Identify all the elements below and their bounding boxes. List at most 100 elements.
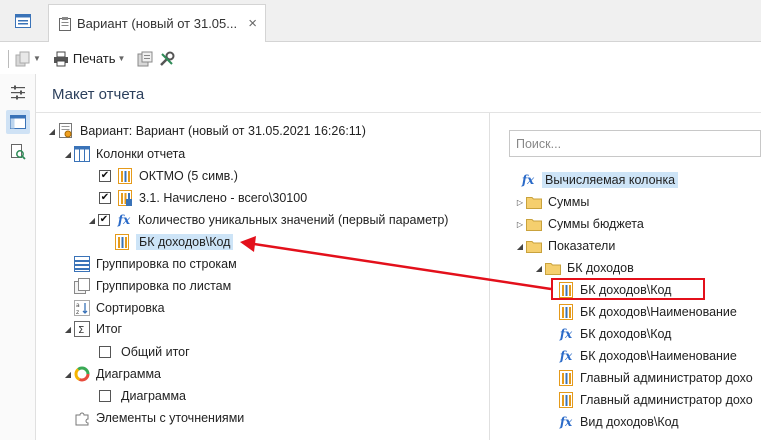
tree-node-columns[interactable]: ◢ Колонки отчета xyxy=(62,144,185,164)
tab-report-variant[interactable]: Вариант (новый от 31.05... × xyxy=(48,4,266,42)
tree-node-chart[interactable]: ◢ Диаграмма xyxy=(62,364,161,384)
field-column-icon xyxy=(558,304,574,320)
puzzle-icon xyxy=(74,410,90,426)
checkbox-oktmo[interactable]: ✔ xyxy=(99,170,111,182)
group-sheets-label: Группировка по листам xyxy=(96,279,232,293)
collapse-icon[interactable]: ◢ xyxy=(62,370,74,379)
budget-sums-label: Суммы бюджета xyxy=(548,217,644,231)
accrued-label: 3.1. Начислено - всего\30100 xyxy=(139,191,308,205)
copy-button[interactable]: ▼ xyxy=(15,51,47,67)
tree-node-sort[interactable]: az Сортировка xyxy=(74,298,165,318)
preview-icon xyxy=(11,144,26,160)
tree-root[interactable]: ◢ Вариант: Вариант (новый от 31.05.2021 … xyxy=(46,121,366,141)
close-icon[interactable]: × xyxy=(248,15,257,32)
collapse-icon[interactable]: ◢ xyxy=(514,242,526,251)
checkbox-grand-total[interactable] xyxy=(99,346,111,358)
collapse-icon[interactable]: ◢ xyxy=(46,127,58,136)
tools-icon xyxy=(160,51,175,66)
field-item[interactable]: Главный администратор дохо xyxy=(558,368,753,388)
field-item-label: Главный администратор дохо xyxy=(580,393,753,407)
refinements-label: Элементы с уточнениями xyxy=(96,411,245,425)
tree-node-grand-total[interactable]: Общий итог xyxy=(99,342,190,362)
collapse-icon[interactable]: ◢ xyxy=(62,150,74,159)
toolbar-divider xyxy=(8,49,9,68)
chevron-down-icon[interactable]: ▼ xyxy=(118,54,126,63)
settings-tools-button[interactable] xyxy=(159,51,175,67)
tree-node-oktmo[interactable]: ✔ ОКТМО (5 симв.) xyxy=(99,166,238,186)
tree-node-total[interactable]: ◢ Σ Итог xyxy=(62,319,122,339)
folder-indicators[interactable]: ◢ Показатели xyxy=(514,236,615,256)
expand-icon[interactable]: ▷ xyxy=(514,198,526,207)
group-rows-icon xyxy=(74,256,90,272)
svg-text:z: z xyxy=(76,309,79,316)
panel-title: Макет отчета xyxy=(52,86,145,103)
sort-label: Сортировка xyxy=(96,301,165,315)
filters-button[interactable] xyxy=(6,80,30,104)
total-label: Итог xyxy=(96,322,123,336)
print-button[interactable]: Печать ▼ xyxy=(53,51,132,67)
svg-text:Σ: Σ xyxy=(78,325,84,336)
unique-count-label: Количество уникальных значений (первый п… xyxy=(138,213,449,227)
tree-node-bk-code[interactable]: БК доходов\Код xyxy=(114,232,234,252)
field-item-label: БК доходов\Наименование xyxy=(580,305,737,319)
preview-button[interactable] xyxy=(6,140,30,164)
indicators-label: Показатели xyxy=(548,239,616,253)
grand-total-label: Общий итог xyxy=(121,345,190,359)
folder-icon xyxy=(526,216,542,232)
export-icon xyxy=(137,51,153,66)
field-item[interactable]: БК доходов\Наименование xyxy=(558,302,737,322)
function-icon: fx xyxy=(521,173,535,187)
field-item[interactable]: fx Вид доходов\Код xyxy=(558,412,679,432)
field-item[interactable]: Главный администратор дохо xyxy=(558,390,753,410)
collapse-icon[interactable]: ◢ xyxy=(86,216,98,225)
field-column-icon xyxy=(558,370,574,386)
panel-splitter[interactable] xyxy=(489,113,490,440)
tree-node-unique-count[interactable]: ◢ ✔ fx Количество уникальных значений (п… xyxy=(86,210,449,230)
field-item-label: Главный администратор дохо xyxy=(580,371,753,385)
sums-label: Суммы xyxy=(548,195,590,209)
columns-icon xyxy=(74,146,90,162)
function-icon: fx xyxy=(559,415,573,429)
tree-node-accrued[interactable]: ✔ 3.1. Начислено - всего\30100 xyxy=(99,188,307,208)
tab-bar: Вариант (новый от 31.05... × xyxy=(0,0,761,42)
checkbox-unique-count[interactable]: ✔ xyxy=(98,214,110,226)
report-icon xyxy=(59,16,71,31)
expand-icon[interactable]: ▷ xyxy=(514,220,526,229)
function-icon: fx xyxy=(559,327,573,341)
folder-open-icon xyxy=(545,260,561,276)
export-button[interactable] xyxy=(137,51,153,67)
folder-open-icon xyxy=(526,238,542,254)
field-item[interactable]: fx БК доходов\Код xyxy=(558,324,672,344)
tree-node-group-sheets[interactable]: Группировка по листам xyxy=(74,276,231,296)
folder-icon xyxy=(526,194,542,210)
layout-button[interactable] xyxy=(6,110,30,134)
folder-bk[interactable]: ◢ БК доходов xyxy=(533,258,634,278)
folder-budget-sums[interactable]: ▷ Суммы бюджета xyxy=(514,214,644,234)
tree-node-chart-item[interactable]: Диаграмма xyxy=(99,386,186,406)
sort-icon: az xyxy=(74,300,90,316)
collapse-icon[interactable]: ◢ xyxy=(533,264,545,273)
tree-node-group-rows[interactable]: Группировка по строкам xyxy=(74,254,237,274)
checkbox-chart[interactable] xyxy=(99,390,111,402)
field-item-label: Вид доходов\Код xyxy=(580,415,679,429)
search-input[interactable] xyxy=(509,130,761,157)
calc-column-label: Вычисляемая колонка xyxy=(542,172,679,188)
bk-code-label: БК доходов\Код xyxy=(136,234,234,250)
app-menu-button[interactable] xyxy=(0,0,45,42)
sliders-icon xyxy=(11,85,25,100)
measure-column-icon xyxy=(117,190,133,206)
print-label: Печать xyxy=(72,51,116,66)
collapse-icon[interactable]: ◢ xyxy=(62,325,74,334)
tree-node-refinements[interactable]: Элементы с уточнениями xyxy=(74,408,244,428)
field-item[interactable]: fx БК доходов\Наименование xyxy=(558,346,737,366)
field-calc-column[interactable]: fx Вычисляемая колонка xyxy=(520,170,679,190)
field-column-icon xyxy=(558,392,574,408)
donut-chart-icon xyxy=(74,366,90,382)
folder-sums[interactable]: ▷ Суммы xyxy=(514,192,589,212)
chevron-down-icon[interactable]: ▼ xyxy=(33,54,41,63)
columns-label: Колонки отчета xyxy=(96,147,186,161)
oktmo-label: ОКТМО (5 симв.) xyxy=(139,169,238,183)
report-variant-icon xyxy=(58,123,74,139)
checkbox-accrued[interactable]: ✔ xyxy=(99,192,111,204)
highlight-box xyxy=(551,278,705,300)
